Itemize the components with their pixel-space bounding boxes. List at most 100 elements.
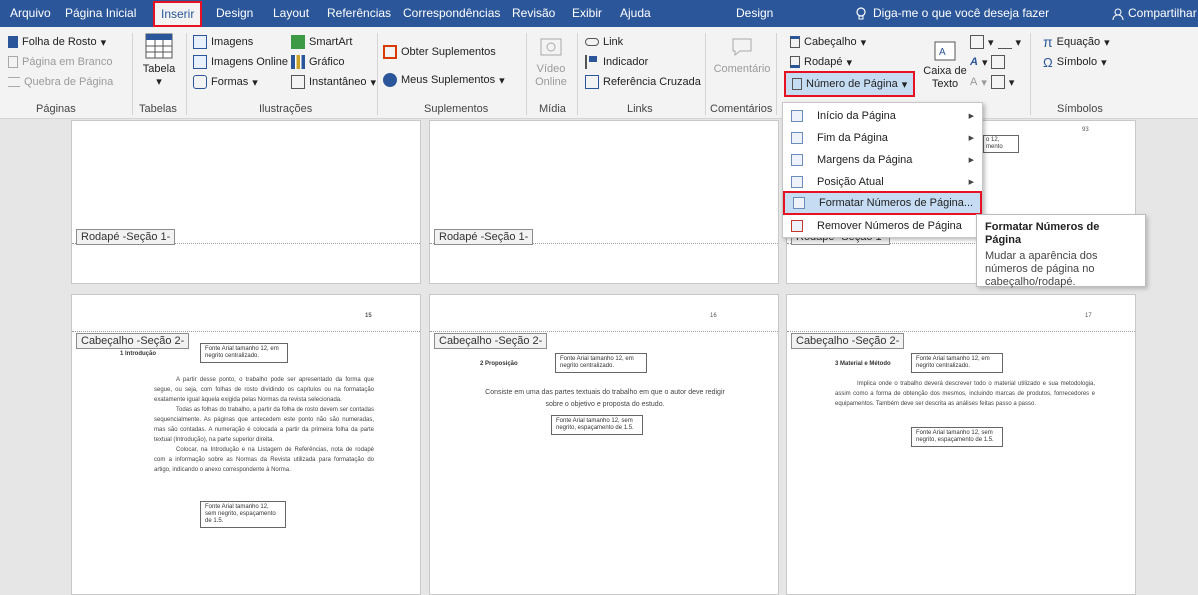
screenshot-button[interactable]: Instantâneo ▾ [291, 73, 376, 91]
page-note-peek: o 12, mento [983, 135, 1019, 153]
page-17[interactable]: 17 Cabeçalho -Seção 2- 3 Material e Méto… [786, 294, 1136, 595]
page-top-1[interactable]: Rodapé -Seção 1- [71, 120, 421, 284]
format-note: Fonte Arial tamanho 12, em negrito centr… [555, 353, 647, 373]
tab-arquivo[interactable]: Arquivo [10, 0, 51, 27]
video-icon [540, 38, 562, 56]
menu-item-top-of-page[interactable]: Início da Página ▶ [783, 105, 982, 127]
bookmark-button[interactable]: Indicador [585, 53, 648, 71]
section-heading: 2 Proposição [480, 361, 518, 367]
tell-me-text: Diga-me o que você deseja fazer [873, 6, 1050, 20]
group-suplementos: Suplementos [424, 103, 489, 115]
flag-icon [585, 55, 599, 69]
menu-item-page-margins[interactable]: Margens da Página ▶ [783, 149, 982, 171]
textbox-button[interactable]: A Caixa de Texto [922, 41, 968, 91]
comment-button[interactable]: Comentário [712, 35, 772, 76]
smartart-icon [291, 35, 305, 49]
menu-item-current-position[interactable]: Posição Atual ▶ [783, 171, 982, 193]
share-label: Compartilhar [1128, 6, 1197, 20]
online-images-button[interactable]: Imagens Online [193, 53, 288, 71]
divider [132, 33, 133, 115]
header-line [787, 331, 1135, 332]
wordart-icon: A [970, 56, 978, 68]
chevron-right-icon: ▶ [968, 113, 974, 120]
quickparts-button[interactable]: ▾ ▾ [970, 33, 1021, 51]
ribbon-tab-bar: Arquivo Página Inicial Inserir Design La… [0, 0, 1198, 27]
omega-icon: Ω [1043, 54, 1053, 70]
cover-page-icon [8, 36, 18, 48]
images-button[interactable]: Imagens [193, 33, 253, 51]
chevron-right-icon: ▶ [968, 135, 974, 142]
tab-correspondencias[interactable]: Correspondências [403, 0, 500, 27]
tab-design[interactable]: Design [216, 0, 253, 27]
page-bottom-icon [791, 132, 803, 144]
cover-page-button[interactable]: Folha de Rosto ▾ [8, 33, 106, 51]
signature-icon [997, 35, 1012, 49]
dropcap-icon: A [970, 76, 978, 88]
page-number: 16 [710, 313, 717, 319]
chart-button[interactable]: Gráfico [291, 53, 344, 71]
tab-ajuda[interactable]: Ajuda [620, 0, 651, 27]
wordart-button[interactable]: A ▾ [970, 53, 1006, 71]
header-icon [790, 36, 800, 48]
divider [377, 33, 378, 115]
chevron-right-icon: ▶ [968, 179, 974, 186]
page-body: A partir desse ponto, o trabalho pode se… [154, 377, 374, 473]
page-15[interactable]: 15 Cabeçalho -Seção 2- 1 Introdução Font… [71, 294, 421, 595]
page-break-icon [8, 77, 20, 87]
remove-page-numbers-icon [791, 220, 803, 232]
link-icon [585, 38, 599, 46]
format-page-numbers-icon [793, 197, 805, 209]
tooltip-description: Mudar a aparência dos números de página … [985, 250, 1098, 288]
crossref-icon [585, 75, 599, 89]
tab-exibir[interactable]: Exibir [572, 0, 602, 27]
tab-design-contextual[interactable]: Design [736, 0, 773, 27]
symbol-button[interactable]: Ω Símbolo ▾ [1043, 53, 1107, 71]
tell-me-box[interactable]: Diga-me o que você deseja fazer [855, 0, 1049, 27]
group-midia: Mídia [539, 103, 566, 115]
tab-inserir[interactable]: Inserir [153, 1, 203, 27]
link-button[interactable]: Link [585, 33, 623, 51]
get-addins-button[interactable]: Obter Suplementos [383, 43, 496, 61]
menu-item-remove-page-numbers[interactable]: Remover Números de Página [783, 215, 982, 237]
document-area[interactable]: Rodapé -Seção 1- Rodapé -Seção 1- o 12, m… [0, 120, 1198, 595]
page-16[interactable]: 16 Cabeçalho -Seção 2- 2 Proposição Font… [429, 294, 779, 595]
divider [577, 33, 578, 115]
page-number: 15 [365, 313, 372, 319]
page-top-icon [791, 110, 803, 122]
page-top-2[interactable]: Rodapé -Seção 1- [429, 120, 779, 284]
footer-button[interactable]: Rodapé ▾ [790, 53, 852, 71]
header-section-label: Cabeçalho -Seção 2- [791, 333, 905, 349]
page-number-peek: 93 [1082, 127, 1089, 133]
online-video-button[interactable]: Vídeo Online [531, 35, 571, 89]
crossref-button[interactable]: Referência Cruzada [585, 73, 701, 91]
tab-layout[interactable]: Layout [273, 0, 309, 27]
page-number-button[interactable]: Número de Página ▾ [784, 71, 916, 97]
lightbulb-icon [856, 6, 866, 19]
page-margins-icon [791, 154, 803, 166]
tab-revisao[interactable]: Revisão [512, 0, 555, 27]
quickparts-icon [970, 35, 984, 49]
divider [1030, 33, 1031, 115]
header-button[interactable]: Cabeçalho ▾ [790, 33, 866, 51]
page-break-button[interactable]: Quebra de Página [8, 73, 113, 91]
smartart-button[interactable]: SmartArt [291, 33, 352, 51]
group-ilustracoes: Ilustrações [259, 103, 313, 115]
shapes-button[interactable]: Formas ▾ [193, 73, 258, 91]
group-links: Links [627, 103, 653, 115]
format-note: Fonte Arial tamanho 12, sem negrito, esp… [911, 427, 1003, 447]
menu-item-bottom-of-page[interactable]: Fim da Página ▶ [783, 127, 982, 149]
format-note: Fonte Arial tamanho 12, sem negrito, esp… [551, 415, 643, 435]
equation-button[interactable]: π Equação ▾ [1043, 33, 1110, 51]
group-paginas: Páginas [36, 103, 76, 115]
page-number-icon [792, 78, 802, 90]
tab-pagina-inicial[interactable]: Página Inicial [65, 0, 136, 27]
menu-item-format-page-numbers[interactable]: Formatar Números de Página... [783, 191, 982, 215]
dropcap-button[interactable]: A ▾ ▾ [970, 73, 1014, 91]
my-addins-button[interactable]: Meus Suplementos ▾ [383, 71, 505, 89]
share-button[interactable]: Compartilhar [1112, 0, 1197, 27]
table-button[interactable]: Tabela ▾ [137, 33, 181, 89]
chart-icon [291, 55, 305, 69]
footer-section-label: Rodapé -Seção 1- [434, 229, 534, 245]
blank-page-button[interactable]: Página em Branco [8, 53, 113, 71]
tab-referencias[interactable]: Referências [327, 0, 391, 27]
